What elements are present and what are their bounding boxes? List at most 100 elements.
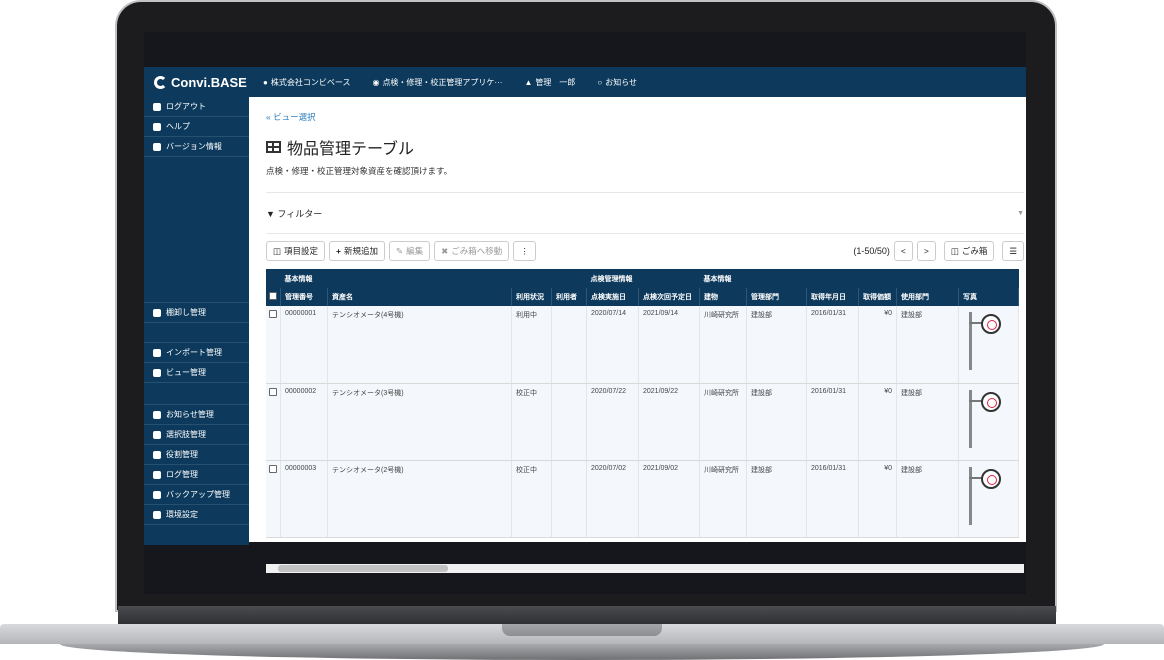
col-use-dept[interactable]: 使用部門: [896, 288, 959, 306]
gears-icon: [153, 510, 161, 519]
cell-next-inspection: 2021/09/14: [638, 306, 700, 384]
add-new-button[interactable]: + 新規追加: [329, 241, 386, 261]
row-checkbox-cell[interactable]: [266, 383, 281, 461]
cell-photo[interactable]: [958, 383, 1019, 461]
table-icon: [266, 141, 281, 153]
brand-name: Convi.BASE: [171, 74, 247, 90]
cell-dept: 建設部: [746, 460, 807, 538]
more-menu-button[interactable]: ⋮: [513, 241, 536, 261]
sidebar-spacer: [144, 383, 249, 405]
users-icon: ●: [263, 77, 268, 87]
pencil-icon: ✎: [396, 245, 404, 256]
chevron-left-icon: <: [900, 246, 906, 256]
row-checkbox[interactable]: [269, 310, 277, 318]
cell-building: 川崎研究所: [699, 306, 747, 384]
sidebar-item[interactable]: お知らせ管理: [144, 405, 249, 425]
pipe-shape: [969, 389, 972, 448]
sidebar-item[interactable]: インポート管理: [144, 343, 249, 363]
horizontal-scrollbar[interactable]: [266, 564, 1024, 573]
pipe-shape: [969, 312, 972, 370]
cell-photo[interactable]: [958, 460, 1019, 538]
nav-company-label: 株式会社コンビベース: [270, 77, 351, 87]
asset-photo[interactable]: [963, 465, 1003, 525]
table-row[interactable]: 00000002 テンシオメータ(3号機) 校正中 2020/07/22 2021/09…: [266, 383, 1019, 461]
col-next-inspection[interactable]: 点検次回予定日: [638, 288, 700, 306]
column-settings-button[interactable]: ◫ 項目設定: [266, 241, 326, 261]
sidebar-spacer: [144, 323, 249, 343]
asset-photo[interactable]: [963, 388, 1003, 448]
col-asset-name[interactable]: 資産名: [327, 288, 512, 306]
user-icon: ▲: [524, 77, 533, 87]
row-checkbox[interactable]: [269, 464, 277, 473]
sidebar-item[interactable]: ビュー管理: [144, 363, 249, 383]
col-user[interactable]: 利用者: [551, 288, 587, 306]
edit-icon: [153, 470, 161, 479]
sidebar-item[interactable]: ログアウト: [144, 97, 249, 117]
cell-status: 利用中: [511, 306, 552, 384]
filter-toggle[interactable]: ▼ フィルター ▼: [266, 192, 1024, 234]
info-icon: [153, 142, 161, 151]
filter-label: ▼ フィルター: [266, 208, 323, 219]
row-checkbox[interactable]: [269, 387, 277, 396]
sidebar-item[interactable]: 役割管理: [144, 445, 249, 465]
row-checkbox-cell[interactable]: [266, 460, 281, 538]
sidebar-item[interactable]: ログ管理: [144, 465, 249, 485]
trash-button[interactable]: ◫ ごみ箱: [943, 241, 995, 261]
edit-label: 編集: [406, 246, 424, 256]
group-basic-info-2: 基本情報: [699, 269, 1019, 288]
sidebar-item-label: ビュー管理: [166, 368, 206, 377]
toolbar: ◫ 項目設定 + 新規追加 ✎ 編集 ✖ ごみ箱へ移動 ⋮ (1-50/50) < > …: [266, 241, 1024, 261]
move-to-trash-button[interactable]: ✖ ごみ箱へ移動: [434, 241, 510, 261]
col-price[interactable]: 取得価額: [858, 288, 897, 306]
prev-page-button[interactable]: <: [893, 241, 913, 261]
nav-user[interactable]: ▲ 管理 一郎: [524, 77, 575, 88]
nav-app[interactable]: ◉ 点検・修理・校正管理アプリケ···: [372, 77, 502, 88]
x-icon: ✖: [441, 245, 449, 256]
edit-button[interactable]: ✎ 編集: [389, 241, 431, 261]
sidebar-item[interactable]: バックアップ管理: [144, 485, 249, 505]
nav-company[interactable]: ● 株式会社コンビベース: [263, 77, 350, 88]
laptop-base-bottom: [60, 644, 1104, 660]
nav-notice[interactable]: ○ お知らせ: [597, 77, 637, 88]
asset-photo[interactable]: [963, 310, 1003, 370]
cell-price: ¥0: [858, 306, 897, 384]
cell-use-dept: 建設部: [896, 306, 959, 384]
gauge-icon: [981, 468, 1001, 489]
col-inspected[interactable]: 点検実施日: [586, 288, 639, 306]
sidebar-item-label: 選択肢管理: [166, 430, 206, 439]
lock-icon: [153, 450, 161, 459]
table-row[interactable]: 00000001 テンシオメータ(4号機) 利用中 2020/07/14 2021/09…: [266, 306, 1019, 384]
sidebar-item[interactable]: 選択肢管理: [144, 425, 249, 445]
checkbox: [269, 292, 277, 300]
power-icon: [153, 102, 161, 111]
col-building[interactable]: 建物: [699, 288, 747, 306]
table-group-header: 基本情報 点検管理情報 基本情報: [266, 269, 1019, 288]
table-row[interactable]: 00000003 テンシオメータ(2号機) 校正中 2020/07/02 2021/09…: [266, 460, 1019, 538]
col-dept[interactable]: 管理部門: [746, 288, 807, 306]
comment-icon: ○: [597, 77, 603, 87]
upload-icon: [153, 348, 161, 357]
move-to-trash-label: ごみ箱へ移動: [451, 246, 503, 256]
back-to-view-select-link[interactable]: « ビュー選択: [266, 111, 316, 123]
sidebar-item[interactable]: 環境設定: [144, 505, 249, 525]
cell-photo[interactable]: [958, 306, 1019, 384]
sidebar-item[interactable]: 棚卸し管理: [144, 303, 249, 323]
col-acquired[interactable]: 取得年月日: [806, 288, 859, 306]
cell-user: [551, 383, 587, 461]
col-status[interactable]: 利用状況: [511, 288, 552, 306]
row-checkbox-cell[interactable]: [266, 306, 281, 384]
sidebar-item[interactable]: バージョン情報: [144, 137, 249, 157]
asset-table-container[interactable]: 基本情報 点検管理情報 基本情報 管理番号 資産名 利用状況 利用者 点検実施日…: [266, 269, 1024, 542]
cell-id: 00000002: [280, 383, 328, 461]
select-all-checkbox[interactable]: [266, 288, 281, 306]
sidebar-spacer: [144, 157, 249, 303]
kebab-icon: ⋮: [520, 245, 529, 256]
next-page-button[interactable]: >: [916, 241, 936, 261]
sidebar-item[interactable]: ヘルプ: [144, 117, 249, 137]
cell-acquired: 2016/01/31: [806, 383, 859, 461]
scrollbar-thumb[interactable]: [278, 565, 448, 572]
menu-button[interactable]: ☰: [1002, 241, 1024, 261]
brand-logo[interactable]: Convi.BASE: [144, 75, 249, 90]
col-id[interactable]: 管理番号: [280, 288, 328, 306]
col-photo[interactable]: 写真: [958, 288, 1019, 306]
